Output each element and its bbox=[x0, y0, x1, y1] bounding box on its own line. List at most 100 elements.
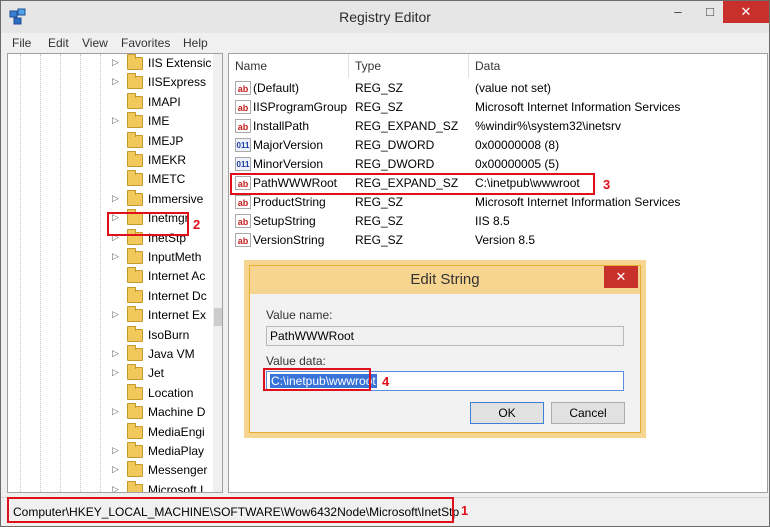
minimize-button[interactable]: – bbox=[663, 1, 693, 23]
ok-button[interactable]: OK bbox=[470, 402, 544, 424]
value-name-label: Value name: bbox=[266, 308, 333, 322]
folder-icon bbox=[127, 189, 143, 206]
menu-file[interactable]: File bbox=[12, 36, 31, 50]
expand-arrow-icon[interactable]: ▷ bbox=[112, 76, 119, 87]
tree-item[interactable]: ▷ MediaPlay bbox=[8, 442, 208, 461]
close-button[interactable]: ✕ bbox=[723, 1, 769, 23]
value-row[interactable]: 011 MinorVersion REG_DWORD 0x00000005 (5) bbox=[229, 155, 767, 174]
tree-item[interactable]: ▷ IIS Extensic bbox=[8, 54, 211, 73]
callout-number-3: 3 bbox=[603, 177, 611, 192]
tree-item[interactable]: ▷ Microsoft I bbox=[8, 480, 208, 493]
value-row[interactable]: ab InstallPath REG_EXPAND_SZ %windir%\syste… bbox=[229, 117, 767, 136]
string-value-icon: ab bbox=[235, 214, 251, 228]
value-row[interactable]: ab IISProgramGroup REG_SZ Microsoft Interne… bbox=[229, 98, 767, 117]
menu-help[interactable]: Help bbox=[183, 36, 208, 50]
value-type-cell: REG_DWORD bbox=[355, 138, 435, 152]
value-row[interactable]: ab VersionString REG_SZ Version 8.5 bbox=[229, 231, 767, 250]
tree-item-label: InputMeth bbox=[148, 250, 202, 264]
tree-item[interactable]: Location bbox=[8, 383, 208, 403]
value-row[interactable]: ab (Default) REG_SZ (value not set) bbox=[229, 79, 767, 98]
value-name-cell: SetupString bbox=[253, 214, 316, 228]
folder-icon bbox=[127, 286, 143, 303]
value-row[interactable]: ab SetupString REG_SZ IIS 8.5 bbox=[229, 212, 767, 231]
string-value-icon: ab bbox=[235, 119, 251, 133]
value-row[interactable]: 011 MajorVersion REG_DWORD 0x00000008 (8) bbox=[229, 136, 767, 155]
tree-item[interactable]: ▷ IISExpress bbox=[8, 73, 208, 92]
cancel-button[interactable]: Cancel bbox=[551, 402, 625, 424]
maximize-button[interactable]: □ bbox=[695, 1, 725, 23]
tree-item[interactable]: Internet Dc bbox=[8, 286, 208, 306]
menu-view[interactable]: View bbox=[82, 36, 108, 50]
dialog-title-bar: Edit String ✕ bbox=[250, 266, 640, 294]
folder-icon bbox=[127, 364, 143, 381]
value-name-cell: MajorVersion bbox=[253, 138, 324, 152]
expand-arrow-icon[interactable]: ▷ bbox=[112, 484, 119, 492]
folder-icon bbox=[127, 325, 143, 342]
value-type-cell: REG_SZ bbox=[355, 233, 404, 247]
menu-favorites[interactable]: Favorites bbox=[121, 36, 170, 50]
folder-icon bbox=[127, 461, 143, 478]
tree-scrollbar[interactable] bbox=[213, 54, 222, 492]
folder-icon bbox=[127, 248, 143, 264]
tree-item[interactable]: IMAPI bbox=[8, 92, 208, 112]
expand-arrow-icon[interactable]: ▷ bbox=[112, 309, 119, 320]
tree-item[interactable]: IsoBurn bbox=[8, 325, 208, 345]
folder-icon bbox=[127, 306, 143, 323]
expand-arrow-icon[interactable]: ▷ bbox=[112, 115, 119, 126]
tree-item[interactable]: ▷ Jet bbox=[8, 364, 208, 383]
value-name-text: PathWWWRoot bbox=[270, 329, 355, 343]
tree-item-label: Immersive bbox=[148, 191, 204, 206]
value-data-cell: Version 8.5 bbox=[475, 233, 536, 247]
tree-item-label: Messenger bbox=[148, 463, 208, 478]
tree-item-label: Internet Dc bbox=[148, 288, 207, 303]
tree-item[interactable]: ▷ Immersive bbox=[8, 189, 208, 209]
column-header-data[interactable]: Data bbox=[469, 54, 767, 78]
column-header-name[interactable]: Name bbox=[229, 54, 349, 78]
expand-arrow-icon[interactable]: ▷ bbox=[112, 251, 119, 262]
callout-number-2: 2 bbox=[193, 217, 201, 232]
value-data-cell: IIS 8.5 bbox=[475, 214, 510, 228]
tree-item[interactable]: ▷ Java VM bbox=[8, 345, 208, 364]
tree-item[interactable]: ▷ InputMeth bbox=[8, 248, 208, 267]
tree-item[interactable]: IMEJP bbox=[8, 131, 208, 151]
value-data-cell: 0x00000008 (8) bbox=[475, 138, 560, 152]
expand-arrow-icon[interactable]: ▷ bbox=[112, 57, 119, 68]
dialog-title: Edit String bbox=[410, 271, 480, 288]
tree-item-label: IMEKR bbox=[148, 153, 187, 167]
folder-icon bbox=[127, 73, 143, 90]
expand-arrow-icon[interactable]: ▷ bbox=[112, 367, 119, 378]
value-data-cell: %windir%\system32\inetsrv bbox=[475, 119, 622, 133]
tree-item[interactable]: ▷ Internet Ex bbox=[8, 306, 208, 325]
tree-item-label: Internet Ex bbox=[148, 308, 207, 323]
value-type-cell: REG_DWORD bbox=[355, 157, 435, 171]
tree-scrollbar-thumb[interactable] bbox=[214, 308, 222, 326]
value-type-cell: REG_SZ bbox=[355, 100, 404, 114]
highlight-box-pathwwwroot-row bbox=[230, 173, 595, 195]
menu-edit[interactable]: Edit bbox=[48, 36, 69, 50]
tree-item-label: MediaPlay bbox=[148, 444, 205, 458]
tree-item[interactable]: IMETC bbox=[8, 170, 208, 189]
tree-item[interactable]: ▷ Machine D bbox=[8, 403, 208, 422]
tree-item[interactable]: ▷ Messenger bbox=[8, 461, 208, 480]
tree-item[interactable]: IMEKR bbox=[8, 151, 208, 170]
expand-arrow-icon[interactable]: ▷ bbox=[112, 348, 119, 359]
tree-item-label: IMAPI bbox=[148, 94, 181, 109]
tree-item[interactable]: Internet Ac bbox=[8, 267, 208, 286]
tree-item[interactable]: ▷ IME bbox=[8, 112, 208, 131]
folder-icon bbox=[127, 112, 143, 129]
registry-key-tree[interactable]: ▷ IIS Extensic ▷ IISExpress IMAPI ▷ IME IMEJP IM… bbox=[7, 53, 223, 493]
tree-item-label: Microsoft I bbox=[148, 482, 204, 493]
tree-item-label: IME bbox=[148, 114, 170, 129]
value-type-cell: REG_EXPAND_SZ bbox=[355, 119, 459, 133]
expand-arrow-icon[interactable]: ▷ bbox=[112, 193, 119, 204]
value-data-label: Value data: bbox=[266, 354, 326, 368]
dword-value-icon: 011 bbox=[235, 138, 251, 152]
expand-arrow-icon[interactable]: ▷ bbox=[112, 445, 119, 456]
column-header-type[interactable]: Type bbox=[349, 54, 469, 78]
value-row[interactable]: ab ProductString REG_SZ Microsoft Internet … bbox=[229, 193, 767, 212]
dialog-close-button[interactable]: ✕ bbox=[604, 266, 638, 288]
expand-arrow-icon[interactable]: ▷ bbox=[112, 406, 119, 417]
expand-arrow-icon[interactable]: ▷ bbox=[112, 464, 119, 475]
value-type-cell: REG_SZ bbox=[355, 214, 404, 228]
tree-item[interactable]: MediaEngi bbox=[8, 422, 208, 442]
